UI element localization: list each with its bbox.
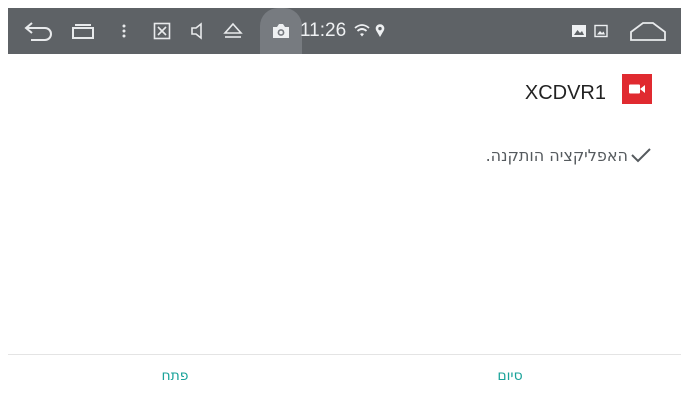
status-clock: 11:26 [300,20,347,41]
image-icon [590,8,612,54]
done-button[interactable]: סיום [445,362,575,390]
eject-icon[interactable] [220,8,246,54]
app-name: XCDVR1 [524,82,606,104]
volume-icon[interactable] [186,8,210,54]
back-icon[interactable] [20,8,56,54]
camera-icon[interactable] [268,8,294,54]
menu-dots-icon[interactable] [114,8,134,54]
wifi-icon [352,8,372,54]
install-result-screen: 11:26 XCDVR1 האפליקציה הותקנה. פתח סיום [0,0,689,394]
home-icon[interactable] [624,8,672,54]
footer-divider [8,354,681,355]
screenshot-icon[interactable] [150,8,174,54]
status-bar: 11:26 [8,8,681,54]
location-icon [372,8,388,54]
checkmark-icon [631,148,651,163]
install-message: האפליקציה הותקנה. [486,143,652,167]
gallery-icon [568,8,590,54]
recent-apps-icon[interactable] [68,8,98,54]
video-camera-icon [622,74,652,104]
install-message-text: האפליקציה הותקנה. [485,145,628,165]
open-button[interactable]: פתח [110,362,240,390]
